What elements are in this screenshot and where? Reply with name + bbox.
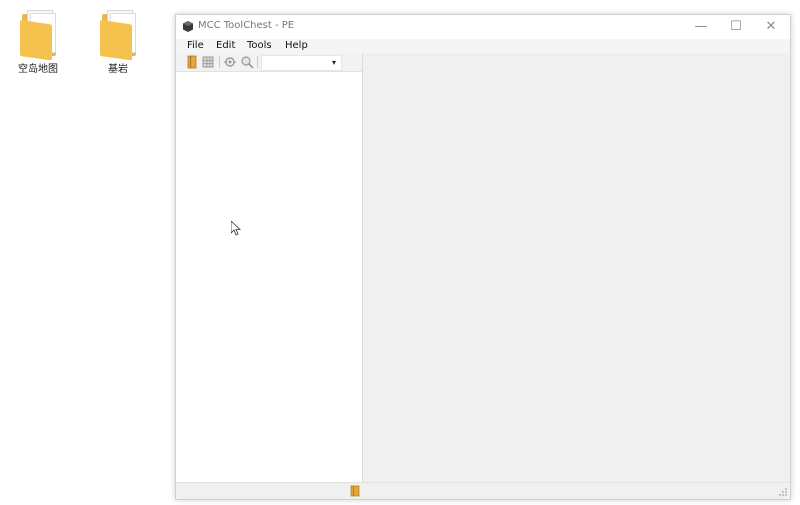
tree-pane[interactable]: ▾ <box>176 53 363 482</box>
folder-icon <box>100 10 136 61</box>
book-icon <box>350 485 360 497</box>
maximize-button[interactable]: ☐ <box>719 15 753 39</box>
desktop-folder-1[interactable]: 空岛地图 <box>3 10 73 75</box>
content-pane <box>363 53 790 482</box>
settings-icon[interactable] <box>223 55 237 69</box>
menu-help[interactable]: Help <box>285 40 308 51</box>
menu-edit[interactable]: Edit <box>216 40 235 51</box>
menu-tools[interactable]: Tools <box>247 40 272 51</box>
status-bar <box>176 482 790 499</box>
folder-icon <box>20 10 56 61</box>
open-book-icon[interactable] <box>185 55 199 69</box>
mouse-cursor-icon <box>231 221 241 236</box>
chevron-down-icon: ▾ <box>331 58 336 67</box>
window-title: MCC ToolChest - PE <box>198 20 295 31</box>
save-grid-icon[interactable] <box>201 55 215 69</box>
toolbar-combo[interactable]: ▾ <box>261 55 342 71</box>
desktop-folder-label: 基岩 <box>108 64 128 75</box>
toolbar-separator <box>219 56 220 68</box>
desktop-folder-label: 空岛地图 <box>18 64 58 75</box>
menu-bar: File Edit Tools Help <box>176 39 790 53</box>
close-button[interactable]: ✕ <box>754 15 788 39</box>
menu-file[interactable]: File <box>187 40 204 51</box>
app-cube-icon <box>183 21 193 32</box>
toolbar-separator <box>257 56 258 68</box>
minimize-button[interactable]: — <box>684 15 718 39</box>
toolbar: ▾ <box>176 53 362 72</box>
desktop-folder-2[interactable]: 基岩 <box>83 10 153 75</box>
app-window: MCC ToolChest - PE — ☐ ✕ File Edit Tools… <box>175 14 791 500</box>
resize-grip-icon[interactable] <box>778 487 788 497</box>
title-bar[interactable]: MCC ToolChest - PE — ☐ ✕ <box>176 15 790 39</box>
search-icon[interactable] <box>240 55 254 69</box>
